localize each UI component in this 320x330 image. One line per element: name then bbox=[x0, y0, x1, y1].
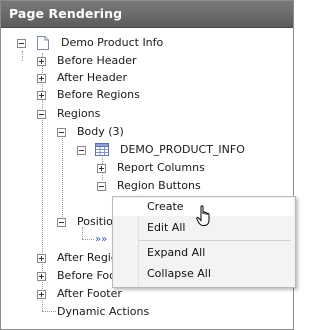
menu-item-label: Expand All bbox=[147, 246, 206, 259]
tree-connector bbox=[22, 51, 23, 61]
tree-item-region-buttons[interactable]: Region Buttons bbox=[97, 178, 277, 194]
tree-item-label: Before Regions bbox=[57, 88, 140, 101]
collapse-icon[interactable] bbox=[57, 128, 66, 137]
collapse-icon[interactable] bbox=[77, 146, 86, 155]
tree-item-dynamic-actions[interactable]: Dynamic Actions bbox=[57, 304, 237, 320]
tree-item-root[interactable]: Demo Product Info bbox=[17, 35, 217, 51]
tree-item-label: After Footer bbox=[57, 287, 122, 300]
tree-item-body[interactable]: Body (3) bbox=[57, 124, 257, 140]
table-icon bbox=[95, 143, 109, 156]
tree-connector bbox=[62, 129, 63, 219]
panel-header: Page Rendering bbox=[1, 1, 293, 28]
tree-connector bbox=[42, 311, 56, 312]
tree-item-position-child[interactable]: »» bbox=[95, 232, 113, 248]
expand-icon[interactable] bbox=[37, 91, 46, 100]
tree-item-region[interactable]: DEMO_PRODUCT_INFO bbox=[77, 142, 287, 158]
expand-icon[interactable] bbox=[37, 290, 46, 299]
tree-connector bbox=[82, 239, 94, 240]
tree-item-label: After Header bbox=[57, 71, 127, 84]
tree-item-report-columns[interactable]: Report Columns bbox=[97, 160, 277, 176]
tree-item-position[interactable]: Positio bbox=[57, 214, 113, 230]
hand-cursor-icon bbox=[196, 205, 210, 226]
menu-item-label: Collapse All bbox=[147, 267, 211, 280]
tree-item-before-regions[interactable]: Before Regions bbox=[37, 87, 237, 103]
tree-item-label: »» bbox=[95, 234, 108, 245]
expand-icon[interactable] bbox=[37, 57, 46, 66]
tree-item-label: Demo Product Info bbox=[61, 36, 164, 49]
tree-item-before-footer[interactable]: Before Foo bbox=[37, 268, 116, 284]
menu-item-collapse-all[interactable]: Collapse All bbox=[113, 265, 293, 283]
tree-item-label: Regions bbox=[57, 107, 101, 120]
tree-item-label: Before Foo bbox=[57, 269, 116, 282]
tree-item-regions[interactable]: Regions bbox=[37, 106, 237, 122]
menu-separator bbox=[139, 240, 291, 241]
expand-icon[interactable] bbox=[97, 164, 106, 173]
menu-item-label: Edit All bbox=[147, 221, 186, 234]
tree-item-label: Body (3) bbox=[77, 125, 124, 138]
tree-item-label: Dynamic Actions bbox=[57, 305, 150, 318]
collapse-icon[interactable] bbox=[97, 182, 106, 191]
tree-item-before-header[interactable]: Before Header bbox=[37, 53, 237, 69]
menu-item-expand-all[interactable]: Expand All bbox=[113, 244, 293, 262]
expand-icon[interactable] bbox=[37, 74, 46, 83]
tree-item-after-regions[interactable]: After Regio bbox=[37, 250, 118, 266]
tree-item-label: Positio bbox=[77, 215, 113, 228]
page-icon bbox=[37, 36, 49, 50]
tree-item-label: After Regio bbox=[57, 251, 118, 264]
tree-item-label: Before Header bbox=[57, 54, 137, 67]
tree-item-after-footer[interactable]: After Footer bbox=[37, 286, 237, 302]
menu-item-label: Create bbox=[147, 200, 184, 213]
collapse-icon[interactable] bbox=[17, 39, 26, 48]
panel-title: Page Rendering bbox=[9, 6, 123, 21]
tree-item-label: Report Columns bbox=[117, 161, 205, 174]
tree-item-label: DEMO_PRODUCT_INFO bbox=[120, 143, 245, 156]
tree-item-label: Region Buttons bbox=[117, 179, 201, 192]
collapse-icon[interactable] bbox=[37, 110, 46, 119]
tree-item-after-header[interactable]: After Header bbox=[37, 70, 237, 86]
collapse-icon[interactable] bbox=[57, 218, 66, 227]
expand-icon[interactable] bbox=[37, 272, 46, 281]
expand-icon[interactable] bbox=[37, 254, 46, 263]
